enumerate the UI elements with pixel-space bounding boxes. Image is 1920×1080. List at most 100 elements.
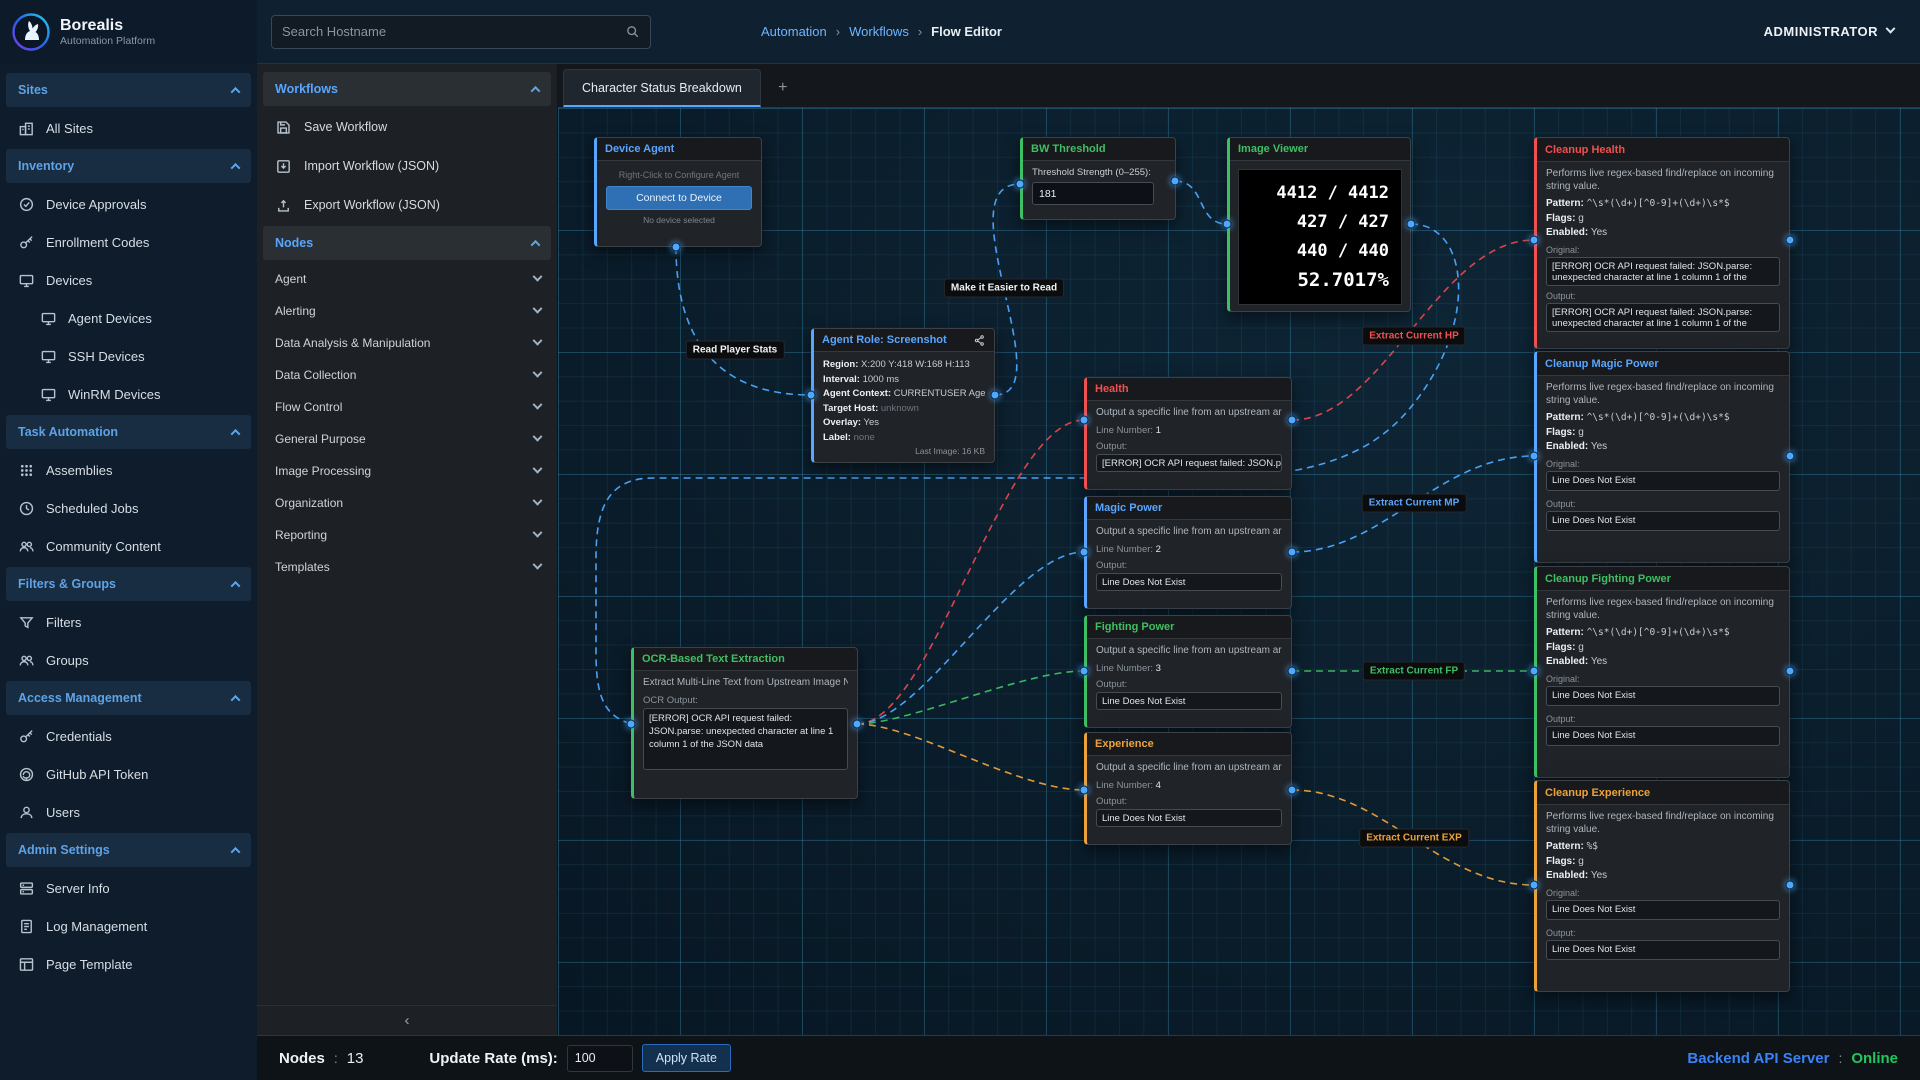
apply-rate-button[interactable]: Apply Rate xyxy=(642,1044,731,1072)
sidebar-item-assemblies[interactable]: Assemblies xyxy=(0,453,257,487)
node-category-agent[interactable]: Agent xyxy=(257,263,557,295)
sidebar-item-users[interactable]: Users xyxy=(0,795,257,829)
add-tab-button[interactable]: + xyxy=(761,69,805,107)
output-box[interactable]: Line Does Not Exist xyxy=(1546,940,1780,960)
sidebar-section-filters-groups[interactable]: Filters & Groups xyxy=(6,567,251,601)
node-category-data-analysis[interactable]: Data Analysis & Manipulation xyxy=(257,327,557,359)
hostname-search[interactable] xyxy=(271,15,651,49)
sidebar-item-log-management[interactable]: Log Management xyxy=(0,909,257,943)
port-threshold-out[interactable] xyxy=(1171,177,1180,186)
node-category-templates[interactable]: Templates xyxy=(257,551,557,583)
node-category-organization[interactable]: Organization xyxy=(257,487,557,519)
sidebar-item-winrm-devices[interactable]: WinRM Devices xyxy=(0,377,257,411)
node-experience[interactable]: Experience Output a specific line from a… xyxy=(1084,732,1292,845)
pattern-value[interactable]: %$ xyxy=(1587,841,1598,852)
port-cleanup-magic-out[interactable] xyxy=(1786,452,1795,461)
port-cleanup-health-out[interactable] xyxy=(1786,236,1795,245)
port-cleanup-experience-in[interactable] xyxy=(1530,881,1539,890)
sidebar-item-filters[interactable]: Filters xyxy=(0,605,257,639)
node-device-agent[interactable]: Device Agent Right-Click to Configure Ag… xyxy=(594,137,762,247)
edge-ocr-to-experience[interactable] xyxy=(857,724,1084,790)
port-viewer-in[interactable] xyxy=(1223,220,1232,229)
node-category-flow-control[interactable]: Flow Control xyxy=(257,391,557,423)
line-number-value[interactable]: 3 xyxy=(1156,663,1161,674)
edge-threshold-to-viewer[interactable] xyxy=(1175,181,1227,224)
connect-to-device-button[interactable]: Connect to Device xyxy=(606,186,752,210)
line-number-value[interactable]: 2 xyxy=(1156,544,1161,555)
output-box[interactable]: Line Does Not Exist xyxy=(1096,692,1282,710)
port-experience-out[interactable] xyxy=(1288,786,1297,795)
sidebar-item-enrollment-codes[interactable]: Enrollment Codes xyxy=(0,225,257,259)
edge-ocr-to-magic[interactable] xyxy=(857,552,1084,724)
node-category-data-collection[interactable]: Data Collection xyxy=(257,359,557,391)
output-box[interactable]: Line Does Not Exist xyxy=(1096,573,1282,591)
port-fighting-out[interactable] xyxy=(1288,667,1297,676)
line-number-value[interactable]: 4 xyxy=(1156,780,1161,791)
port-experience-in[interactable] xyxy=(1080,786,1089,795)
sidebar-item-devices[interactable]: Devices xyxy=(0,263,257,297)
sidebar-section-inventory[interactable]: Inventory xyxy=(6,149,251,183)
port-threshold-in[interactable] xyxy=(1016,180,1025,189)
port-magic-out[interactable] xyxy=(1288,548,1297,557)
output-box[interactable]: [ERROR] OCR API request failed: JSON.par… xyxy=(1546,303,1780,332)
pattern-value[interactable]: ^\s*(\d+)[^0-9]+(\d+)\s*$ xyxy=(1587,627,1730,638)
node-cleanup-health[interactable]: Cleanup Health Performs live regex-based… xyxy=(1534,137,1790,349)
port-health-out[interactable] xyxy=(1288,416,1297,425)
node-health[interactable]: Health Output a specific line from an up… xyxy=(1084,377,1292,490)
sidebar-item-page-template[interactable]: Page Template xyxy=(0,947,257,981)
port-cleanup-fighting-in[interactable] xyxy=(1530,667,1539,676)
port-viewer-out[interactable] xyxy=(1407,220,1416,229)
node-category-reporting[interactable]: Reporting xyxy=(257,519,557,551)
sidebar-item-groups[interactable]: Groups xyxy=(0,643,257,677)
flow-canvas[interactable]: Device Agent Right-Click to Configure Ag… xyxy=(558,108,1920,1035)
port-device-agent-out[interactable] xyxy=(672,243,681,252)
output-box[interactable]: Line Does Not Exist xyxy=(1546,511,1780,531)
node-fighting-power[interactable]: Fighting Power Output a specific line fr… xyxy=(1084,615,1292,728)
edge-ocr-to-health[interactable] xyxy=(857,420,1084,724)
sidebar-item-community-content[interactable]: Community Content xyxy=(0,529,257,563)
sidebar-item-all-sites[interactable]: All Sites xyxy=(0,111,257,145)
original-box[interactable]: Line Does Not Exist xyxy=(1546,686,1780,706)
node-cleanup-magic-power[interactable]: Cleanup Magic Power Performs live regex-… xyxy=(1534,351,1790,563)
port-magic-in[interactable] xyxy=(1080,548,1089,557)
sidebar-section-admin-settings[interactable]: Admin Settings xyxy=(6,833,251,867)
export-workflow-button[interactable]: Export Workflow (JSON) xyxy=(257,187,557,223)
nodes-section-header[interactable]: Nodes xyxy=(263,226,551,260)
node-ocr-text-extraction[interactable]: OCR-Based Text Extraction Extract Multi-… xyxy=(631,647,858,799)
original-box[interactable]: [ERROR] OCR API request failed: JSON.par… xyxy=(1546,257,1780,286)
node-bw-threshold[interactable]: BW Threshold Threshold Strength (0–255): xyxy=(1020,137,1176,220)
port-ocr-out[interactable] xyxy=(853,720,862,729)
sidebar-item-device-approvals[interactable]: Device Approvals xyxy=(0,187,257,221)
node-cleanup-fighting-power[interactable]: Cleanup Fighting Power Performs live reg… xyxy=(1534,566,1790,778)
sidebar-item-scheduled-jobs[interactable]: Scheduled Jobs xyxy=(0,491,257,525)
sidebar-item-github-api-token[interactable]: GitHub API Token xyxy=(0,757,257,791)
panel-collapse-button[interactable]: ‹ xyxy=(257,1005,557,1035)
edge-ocr-to-fighting[interactable] xyxy=(857,671,1084,724)
node-category-alerting[interactable]: Alerting xyxy=(257,295,557,327)
sidebar-section-task-automation[interactable]: Task Automation xyxy=(6,415,251,449)
port-ocr-in[interactable] xyxy=(627,720,636,729)
sidebar-item-agent-devices[interactable]: Agent Devices xyxy=(0,301,257,335)
user-menu[interactable]: ADMINISTRATOR xyxy=(1764,24,1894,39)
pattern-value[interactable]: ^\s*(\d+)[^0-9]+(\d+)\s*$ xyxy=(1587,198,1730,209)
threshold-input[interactable] xyxy=(1033,183,1154,204)
update-rate-input[interactable] xyxy=(568,1046,633,1071)
sidebar-section-access-management[interactable]: Access Management xyxy=(6,681,251,715)
node-category-general-purpose[interactable]: General Purpose xyxy=(257,423,557,455)
original-box[interactable]: Line Does Not Exist xyxy=(1546,900,1780,920)
original-box[interactable]: Line Does Not Exist xyxy=(1546,471,1780,491)
node-magic-power[interactable]: Magic Power Output a specific line from … xyxy=(1084,496,1292,609)
node-image-viewer[interactable]: Image Viewer 4412 / 4412 427 / 427 440 /… xyxy=(1227,137,1411,312)
save-workflow-button[interactable]: Save Workflow xyxy=(257,109,557,145)
node-category-image-processing[interactable]: Image Processing xyxy=(257,455,557,487)
node-cleanup-experience[interactable]: Cleanup Experience Performs live regex-b… xyxy=(1534,780,1790,992)
breadcrumb-workflows[interactable]: Workflows xyxy=(849,24,909,39)
breadcrumb-automation[interactable]: Automation xyxy=(761,24,827,39)
port-screenshot-in[interactable] xyxy=(807,391,816,400)
port-health-in[interactable] xyxy=(1080,416,1089,425)
sidebar-item-server-info[interactable]: Server Info xyxy=(0,871,257,905)
port-fighting-in[interactable] xyxy=(1080,667,1089,676)
output-box[interactable]: Line Does Not Exist xyxy=(1546,726,1780,746)
sidebar-section-sites[interactable]: Sites xyxy=(6,73,251,107)
edge-device-to-screenshot[interactable] xyxy=(676,247,811,395)
